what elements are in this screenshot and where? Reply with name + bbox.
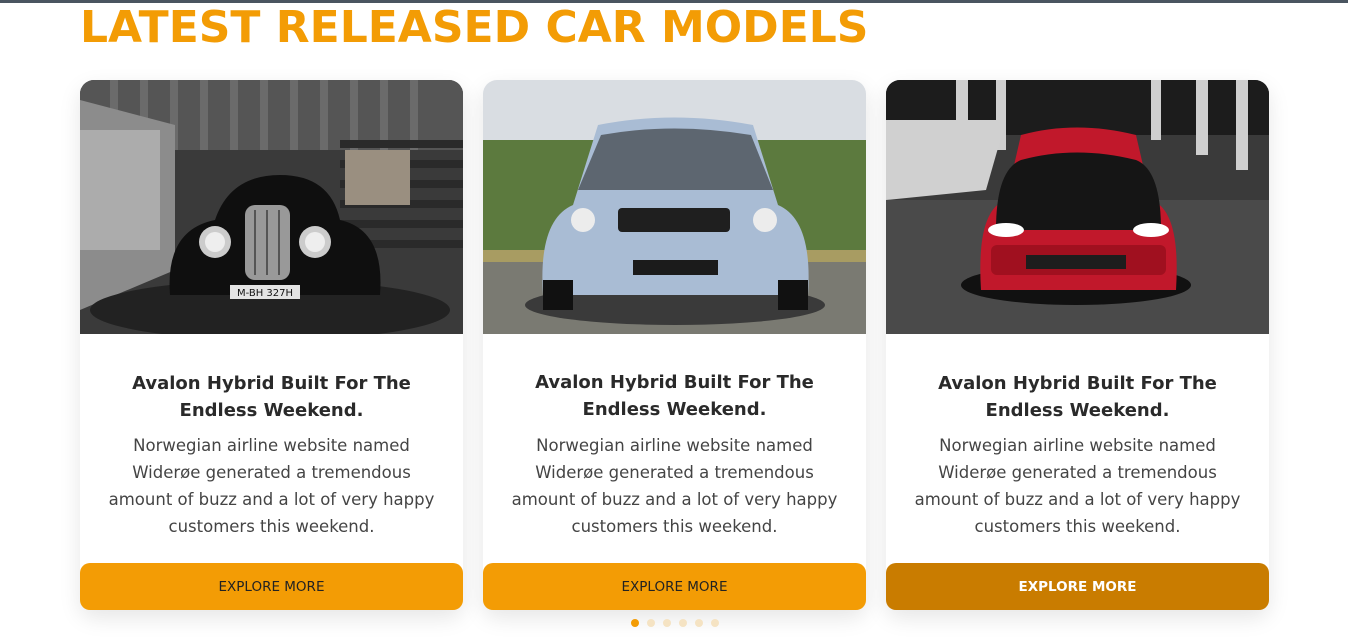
carousel-dot[interactable] xyxy=(631,619,639,627)
license-plate: M-BH 327H xyxy=(237,288,293,299)
carousel-dot[interactable] xyxy=(647,619,655,627)
explore-more-button[interactable]: EXPLORE MORE xyxy=(483,563,866,610)
carousel-dot[interactable] xyxy=(663,619,671,627)
carousel-dot[interactable] xyxy=(695,619,703,627)
card-description: Norwegian airline website named Widerøe … xyxy=(914,436,1241,536)
car-card: Avalon Hybrid Built For The Endless Week… xyxy=(483,80,866,610)
card-description: Norwegian airline website named Widerøe … xyxy=(511,436,838,536)
card-title: Avalon Hybrid Built For The Endless Week… xyxy=(535,372,814,420)
silver-sedan-photo xyxy=(483,80,866,334)
vintage-black-car-photo: M-BH 327H xyxy=(80,80,463,334)
explore-more-button[interactable]: EXPLORE MORE xyxy=(886,563,1269,610)
red-hatchback-photo xyxy=(886,80,1269,334)
car-card: Avalon Hybrid Built For The Endless Week… xyxy=(886,80,1269,610)
card-title: Avalon Hybrid Built For The Endless Week… xyxy=(132,373,411,421)
card-description: Norwegian airline website named Widerøe … xyxy=(108,436,435,536)
carousel-pagination xyxy=(631,619,719,627)
car-card: M-BH 327H Avalon Hybrid Built For The En… xyxy=(80,80,463,610)
card-title: Avalon Hybrid Built For The Endless Week… xyxy=(938,373,1217,421)
section-heading: LATEST RELEASED CAR MODELS xyxy=(80,2,869,53)
carousel-dot[interactable] xyxy=(711,619,719,627)
carousel-dot[interactable] xyxy=(679,619,687,627)
explore-more-button[interactable]: EXPLORE MORE xyxy=(80,563,463,610)
